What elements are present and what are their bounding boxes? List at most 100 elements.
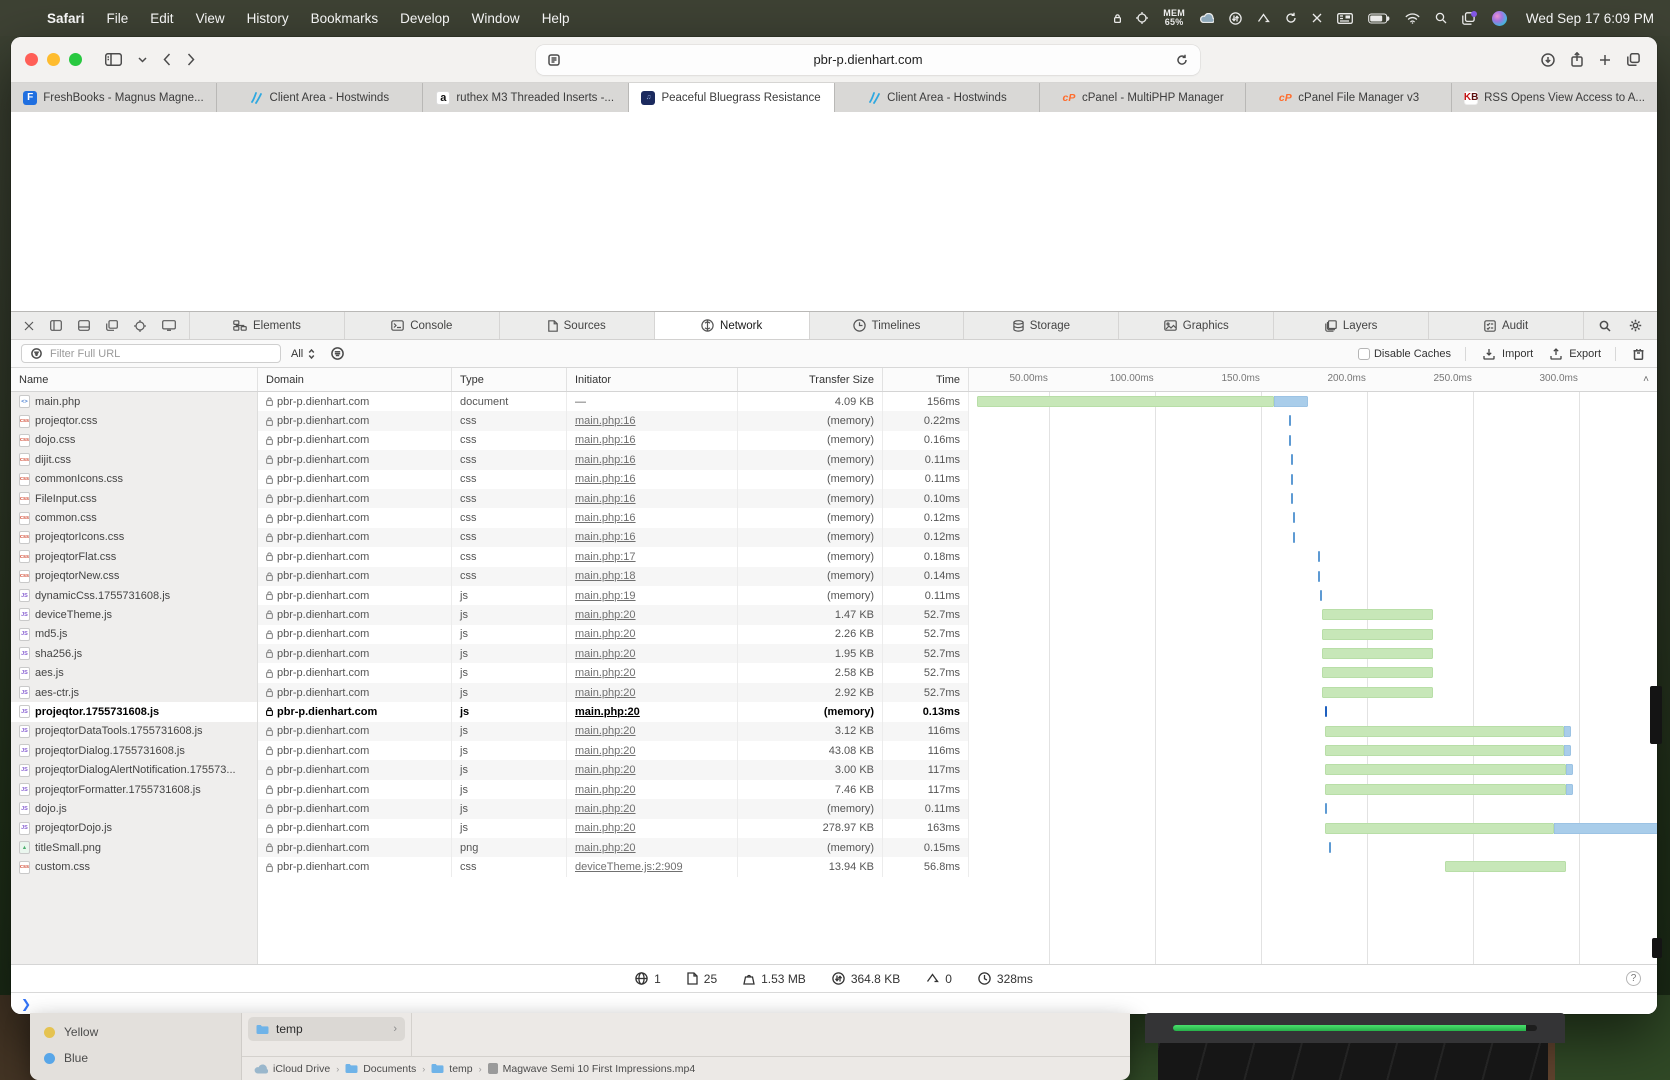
initiator-link[interactable]: main.php:18 <box>575 570 636 582</box>
element-picker-icon[interactable] <box>131 317 149 335</box>
table-row[interactable]: cssprojeqtorIcons.csspbr-p.dienhart.comc… <box>11 528 1657 547</box>
initiator-link[interactable]: main.php:16 <box>575 473 636 485</box>
zoom-window-button[interactable] <box>69 53 82 66</box>
menu-bookmarks[interactable]: Bookmarks <box>300 11 390 26</box>
disable-caches-checkbox[interactable] <box>1358 348 1370 360</box>
siri-icon[interactable] <box>1492 11 1507 26</box>
table-row[interactable]: JSprojeqtorDialog.1755731608.jspbr-p.die… <box>11 741 1657 760</box>
time-machine-icon[interactable] <box>1285 12 1297 24</box>
path-segment[interactable]: Magwave Semi 10 First Impressions.mp4 <box>488 1063 696 1075</box>
initiator-link[interactable]: main.php:20 <box>575 745 636 757</box>
inspector-tab-sources[interactable]: Sources <box>499 312 654 339</box>
table-row[interactable]: csscommonIcons.csspbr-p.dienhart.comcssm… <box>11 470 1657 489</box>
stat-globe[interactable]: 1 <box>635 972 661 986</box>
downloads-icon[interactable] <box>1538 50 1558 70</box>
help-icon[interactable]: ? <box>1626 971 1641 986</box>
initiator-link[interactable]: main.php:20 <box>575 725 636 737</box>
initiator-link[interactable]: main.php:20 <box>575 822 636 834</box>
tab-cpanel-multiphp-manager[interactable]: cPcPanel - MultiPHP Manager <box>1040 83 1246 112</box>
inspector-tab-graphics[interactable]: Graphics <box>1118 312 1273 339</box>
device-icon[interactable] <box>159 317 179 334</box>
stat-page[interactable]: 25 <box>687 972 717 986</box>
table-row[interactable]: cssdojo.csspbr-p.dienhart.comcssmain.php… <box>11 431 1657 450</box>
table-row[interactable]: JSdojo.jspbr-p.dienhart.comjsmain.php:20… <box>11 799 1657 818</box>
menu-window[interactable]: Window <box>461 11 531 26</box>
new-tab-icon[interactable] <box>1596 51 1614 69</box>
inspector-tab-console[interactable]: Console <box>344 312 499 339</box>
finder-tag-blue[interactable]: Blue <box>44 1045 227 1071</box>
hotspot-icon[interactable] <box>1229 12 1242 25</box>
table-row[interactable]: JSdeviceTheme.jspbr-p.dienhart.comjsmain… <box>11 605 1657 624</box>
column-header-time[interactable]: Time <box>883 368 969 391</box>
table-row[interactable]: JSaes.jspbr-p.dienhart.comjsmain.php:202… <box>11 663 1657 682</box>
spotlight-icon[interactable] <box>1435 12 1447 24</box>
initiator-link[interactable]: main.php:16 <box>575 454 636 466</box>
column-header-transfer-size[interactable]: Transfer Size <box>738 368 883 391</box>
memory-icon[interactable]: MEM65% <box>1163 9 1185 27</box>
dock-bottom-icon[interactable] <box>75 317 93 334</box>
menu-develop[interactable]: Develop <box>389 11 461 26</box>
inspector-tab-audit[interactable]: Audit <box>1428 312 1583 339</box>
table-row[interactable]: cssprojeqtorFlat.csspbr-p.dienhart.comcs… <box>11 547 1657 566</box>
inspector-tab-storage[interactable]: Storage <box>963 312 1118 339</box>
table-row[interactable]: cssprojeqtor.csspbr-p.dienhart.comcssmai… <box>11 411 1657 430</box>
filter-options-icon[interactable] <box>328 344 347 363</box>
close-window-button[interactable] <box>25 53 38 66</box>
menu-file[interactable]: File <box>96 11 140 26</box>
initiator-link[interactable]: main.php:20 <box>575 628 636 640</box>
column-header-domain[interactable]: Domain <box>258 368 452 391</box>
collapse-timeline-icon[interactable]: ˄ <box>1643 374 1649 385</box>
dock-side-icon[interactable] <box>47 317 65 334</box>
tab-client-area-hostwinds[interactable]: Client Area - Hostwinds <box>217 83 423 112</box>
location-icon[interactable] <box>1136 12 1148 24</box>
initiator-link[interactable]: main.php:16 <box>575 434 636 446</box>
table-row[interactable]: cssFileInput.csspbr-p.dienhart.comcssmai… <box>11 489 1657 508</box>
initiator-link[interactable]: main.php:16 <box>575 493 636 505</box>
reload-icon[interactable] <box>1173 51 1191 69</box>
detach-icon[interactable] <box>103 317 121 334</box>
url-field[interactable]: pbr-p.dienhart.com <box>536 45 1200 75</box>
clear-network-icon[interactable] <box>1630 345 1647 363</box>
column-header-type[interactable]: Type <box>452 368 567 391</box>
volume-icon[interactable] <box>1257 13 1270 24</box>
initiator-link[interactable]: main.php:20 <box>575 609 636 621</box>
passwords-icon[interactable] <box>1114 14 1121 23</box>
close-inspector-icon[interactable] <box>21 318 37 334</box>
tab-client-area-hostwinds[interactable]: Client Area - Hostwinds <box>835 83 1041 112</box>
finder-item-temp[interactable]: temp › <box>248 1017 405 1041</box>
tab-peaceful-bluegrass-resistance[interactable]: ♫Peaceful Bluegrass Resistance <box>629 83 835 112</box>
table-row[interactable]: cssprojeqtorNew.csspbr-p.dienhart.comcss… <box>11 567 1657 586</box>
wifi-icon[interactable] <box>1405 13 1420 24</box>
initiator-link[interactable]: main.php:20 <box>575 687 636 699</box>
inspector-search-icon[interactable] <box>1596 317 1614 335</box>
tab-ruthex-m3-threaded-inserts[interactable]: aruthex M3 Threaded Inserts -... <box>423 83 629 112</box>
table-row[interactable]: JSprojeqtorDojo.jspbr-p.dienhart.comjsma… <box>11 819 1657 838</box>
inspector-tab-network[interactable]: Network <box>654 312 809 339</box>
initiator-link[interactable]: main.php:17 <box>575 551 636 563</box>
inspector-tab-elements[interactable]: Elements <box>189 312 344 339</box>
initiator-link[interactable]: deviceTheme.js:2:909 <box>575 861 683 873</box>
initiator-link[interactable]: main.php:16 <box>575 512 636 524</box>
back-icon[interactable] <box>160 50 174 69</box>
chevron-down-icon[interactable] <box>135 54 150 66</box>
inspector-settings-icon[interactable] <box>1626 316 1645 335</box>
initiator-link[interactable]: main.php:20 <box>575 784 636 796</box>
inspector-tab-layers[interactable]: Layers <box>1273 312 1428 339</box>
tab-overview-icon[interactable] <box>1624 50 1643 69</box>
quick-console[interactable]: ❯ <box>11 992 1657 1014</box>
table-row[interactable]: JSprojeqtorDialogAlertNotification.17557… <box>11 760 1657 779</box>
menu-view[interactable]: View <box>185 11 236 26</box>
table-row[interactable]: JSdynamicCss.1755731608.jspbr-p.dienhart… <box>11 586 1657 605</box>
table-row[interactable]: JSprojeqtorDataTools.1755731608.jspbr-p.… <box>11 722 1657 741</box>
import-button[interactable]: Import <box>1480 345 1533 363</box>
column-header-name[interactable]: Name <box>11 368 258 391</box>
tab-cpanel-file-manager-v3[interactable]: cPcPanel File Manager v3 <box>1246 83 1452 112</box>
initiator-link[interactable]: main.php:20 <box>575 842 636 854</box>
battery-icon[interactable] <box>1368 13 1390 24</box>
stat-transfer[interactable]: 364.8 KB <box>832 972 900 986</box>
path-segment[interactable]: iCloud Drive <box>254 1063 330 1075</box>
initiator-link[interactable]: main.php:16 <box>575 531 636 543</box>
table-row[interactable]: JSprojeqtor.1755731608.jspbr-p.dienhart.… <box>11 702 1657 721</box>
tab-rss-opens-view-access-to-a[interactable]: KBRSS Opens View Access to A... <box>1452 83 1657 112</box>
table-row[interactable]: cssdijit.csspbr-p.dienhart.comcssmain.ph… <box>11 450 1657 469</box>
